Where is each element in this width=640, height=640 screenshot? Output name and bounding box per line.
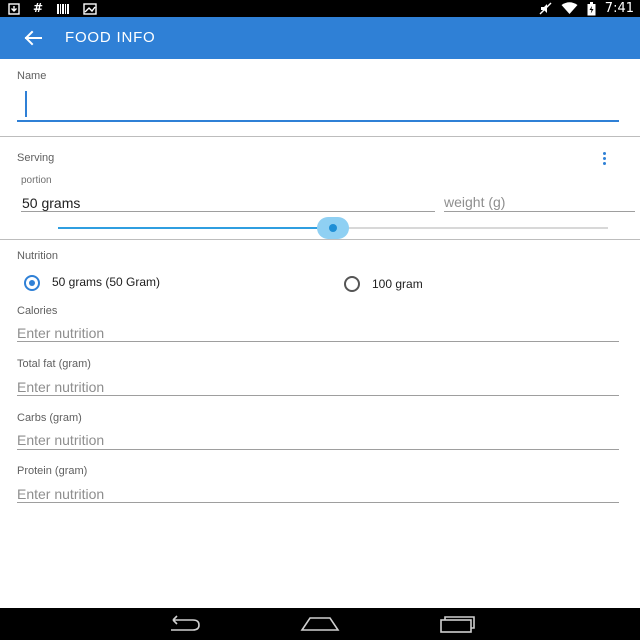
radio-50-grams-label[interactable]: 50 grams (50 Gram) — [52, 275, 160, 289]
total-fat-input[interactable]: Enter nutrition — [17, 379, 104, 395]
radio-50-grams[interactable] — [24, 275, 40, 291]
radio-100-gram-label[interactable]: 100 gram — [372, 277, 423, 291]
weight-input[interactable]: weight (g) — [444, 194, 505, 210]
nav-recents-icon[interactable] — [438, 614, 476, 634]
protein-input[interactable]: Enter nutrition — [17, 486, 104, 502]
slider-thumb[interactable] — [329, 224, 337, 232]
divider — [0, 239, 640, 240]
portion-underline — [21, 211, 435, 212]
calories-underline — [17, 341, 619, 342]
wifi-icon — [561, 2, 578, 14]
name-label: Name — [17, 70, 47, 82]
status-bar: # 7:41 — [0, 0, 640, 17]
portion-label: portion — [21, 175, 52, 186]
protein-label: Protein (gram) — [17, 465, 88, 477]
name-input[interactable] — [17, 86, 619, 122]
download-icon — [8, 2, 20, 15]
status-left-icons: # — [8, 1, 97, 16]
weight-underline — [444, 211, 635, 212]
calories-label: Calories — [17, 305, 58, 317]
text-cursor — [25, 91, 27, 117]
back-arrow-icon[interactable] — [22, 27, 44, 49]
more-options-icon[interactable] — [601, 152, 609, 168]
total-fat-underline — [17, 395, 619, 396]
nav-home-icon[interactable] — [300, 614, 340, 634]
radio-100-gram[interactable] — [344, 276, 360, 292]
slider-fill — [58, 227, 333, 229]
barcode-icon — [57, 3, 70, 14]
carbs-label: Carbs (gram) — [17, 412, 82, 424]
battery-icon — [587, 1, 596, 15]
page-title: FOOD INFO — [65, 29, 156, 46]
mute-icon — [539, 2, 552, 15]
app-bar: FOOD INFO — [0, 17, 640, 59]
serving-label: Serving — [17, 152, 55, 164]
nav-back-icon[interactable] — [165, 614, 203, 634]
protein-underline — [17, 502, 619, 503]
divider — [0, 136, 640, 137]
hash-icon: # — [33, 1, 44, 15]
total-fat-label: Total fat (gram) — [17, 358, 91, 370]
status-time: 7:41 — [604, 1, 634, 16]
calories-input[interactable]: Enter nutrition — [17, 325, 104, 341]
nutrition-label: Nutrition — [17, 250, 58, 262]
carbs-underline — [17, 449, 619, 450]
image-icon — [83, 2, 97, 15]
status-right-icons: 7:41 — [539, 1, 634, 16]
portion-slider[interactable] — [58, 217, 608, 239]
navigation-bar — [0, 608, 640, 640]
portion-value[interactable]: 50 grams — [22, 195, 80, 211]
carbs-input[interactable]: Enter nutrition — [17, 432, 104, 448]
